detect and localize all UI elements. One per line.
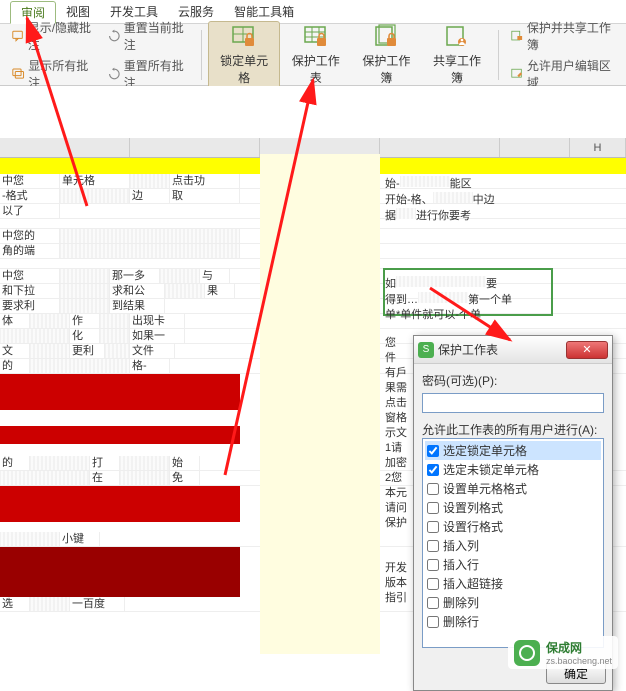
close-button[interactable]: ✕	[566, 341, 608, 359]
label: 保护工作表	[288, 52, 343, 86]
label: 重置当前批注	[124, 19, 189, 53]
right-text-block-2: 如要 得到…第一个单 单*单件就可以-个单	[385, 276, 595, 323]
comments-icon	[12, 67, 25, 81]
password-label: 密码(可选)(P):	[422, 372, 604, 389]
comment-icon	[12, 29, 25, 43]
allowed-actions-label: 允许此工作表的所有用户进行(A):	[422, 421, 604, 438]
label: 保护工作簿	[359, 52, 414, 86]
permission-item[interactable]: 插入行	[425, 555, 601, 574]
menu-item-smarttools[interactable]: 智能工具箱	[224, 1, 304, 22]
permission-item[interactable]: 设置单元格格式	[425, 479, 601, 498]
protect-sheet-button[interactable]: 保护工作表	[280, 22, 351, 88]
watermark-name: 保成网	[546, 639, 612, 656]
reset-icon	[108, 29, 121, 43]
right-text-col: 您件 有戶果需 点击窗格 示文1请 加密2您 本元请问 保护 开发版本 指引	[385, 336, 415, 606]
permission-checkbox[interactable]	[427, 559, 439, 571]
comments-group-2: 重置当前批注 重置所有批注	[102, 15, 195, 95]
lock-cells-icon	[231, 24, 257, 50]
allow-edit-icon	[511, 67, 524, 81]
censored-block	[0, 486, 240, 522]
permission-checkbox[interactable]	[427, 445, 439, 457]
permission-item[interactable]: 插入列	[425, 536, 601, 555]
comments-group-1: 显示/隐藏批注 显示所有批注	[6, 15, 102, 95]
permission-item[interactable]: 设置列格式	[425, 498, 601, 517]
permission-checkbox[interactable]	[427, 483, 439, 495]
censored-block	[0, 374, 240, 410]
permission-checkbox[interactable]	[427, 502, 439, 514]
col-H[interactable]: H	[570, 138, 626, 157]
password-input[interactable]	[422, 393, 604, 413]
permission-checkbox[interactable]	[427, 464, 439, 476]
dialog-titlebar[interactable]: S 保护工作表 ✕	[414, 336, 612, 364]
protect-sheet-icon	[303, 24, 329, 50]
divider	[498, 30, 499, 80]
censored-block	[0, 547, 240, 597]
watermark-url: zs.baocheng.net	[546, 656, 612, 666]
permission-checkbox[interactable]	[427, 521, 439, 533]
permission-checkbox[interactable]	[427, 616, 439, 628]
dialog-title: 保护工作表	[438, 341, 498, 358]
watermark: 保成网 zs.baocheng.net	[508, 636, 618, 669]
label: 显示/隐藏批注	[28, 19, 96, 53]
permission-checkbox[interactable]	[427, 540, 439, 552]
protect-workbook-button[interactable]: 保护工作簿	[351, 22, 422, 88]
app-logo-icon: S	[418, 342, 434, 358]
permission-item[interactable]: 插入超链接	[425, 574, 601, 593]
share-workbook-button[interactable]: 共享工作簿	[422, 22, 493, 88]
right-text-block: 始-能区 开始-格、中边 据进行你要考	[385, 176, 585, 224]
watermark-shield-icon	[514, 640, 540, 666]
label: 共享工作簿	[430, 52, 485, 86]
reset-all-icon	[108, 67, 121, 81]
protect-and-share-button[interactable]: 保护并共享工作簿	[511, 19, 614, 53]
permission-item[interactable]: 删除行	[425, 612, 601, 631]
reset-current-comment-button[interactable]: 重置当前批注	[108, 19, 189, 53]
label: 保护并共享工作簿	[527, 19, 614, 53]
permission-item[interactable]: 选定未锁定单元格	[425, 460, 601, 479]
permissions-list[interactable]: 选定锁定单元格 选定未锁定单元格 设置单元格格式 设置列格式 设置行格式 插入列…	[422, 438, 604, 648]
permission-checkbox[interactable]	[427, 578, 439, 590]
ribbon: 显示/隐藏批注 显示所有批注 重置当前批注 重置所有批注 锁定单元格 保护工作表…	[0, 24, 626, 86]
protection-group-2: 保护并共享工作簿 允许用户编辑区域	[505, 15, 620, 95]
share-workbook-icon	[444, 24, 470, 50]
lock-cells-button[interactable]: 锁定单元格	[208, 21, 281, 89]
permission-checkbox[interactable]	[427, 597, 439, 609]
permission-item[interactable]: 选定锁定单元格	[425, 441, 601, 460]
permission-item[interactable]: 设置行格式	[425, 517, 601, 536]
protect-workbook-icon	[373, 24, 399, 50]
show-hide-comments-button[interactable]: 显示/隐藏批注	[12, 19, 96, 53]
protect-share-icon	[511, 29, 524, 43]
permission-item[interactable]: 删除列	[425, 593, 601, 612]
column-soft-yellow	[260, 154, 380, 654]
label: 锁定单元格	[217, 52, 272, 86]
censored-block	[0, 426, 240, 444]
divider	[201, 30, 202, 80]
